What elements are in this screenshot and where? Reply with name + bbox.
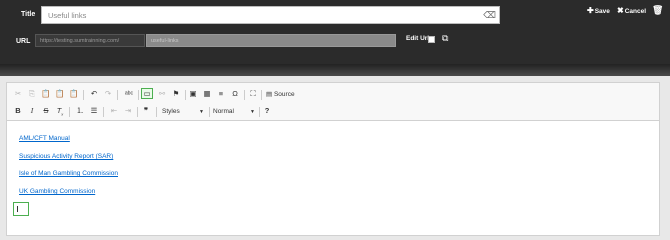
table-icon[interactable]: ▦ — [202, 89, 212, 99]
image-icon[interactable]: ▣ — [188, 89, 198, 99]
url-slug-input[interactable]: useful-links — [146, 34, 396, 47]
chevron-down-icon: ▼ — [250, 109, 255, 115]
bulleted-list-icon[interactable]: ☰ — [89, 106, 99, 116]
toolbar-separator — [117, 90, 118, 100]
cut-icon[interactable]: ✂ — [13, 89, 23, 99]
toolbar-separator — [185, 90, 186, 100]
paste-icon[interactable]: 📋 — [41, 89, 51, 99]
link-iom-gambling-commission[interactable]: Isle of Man Gambling Commission — [19, 170, 118, 177]
italic-icon[interactable]: I — [27, 106, 37, 116]
remove-format-icon[interactable]: Tx — [55, 106, 65, 120]
header-bar: Title Useful links ⌫ URL https://testing… — [0, 0, 670, 64]
toolbar-separator — [259, 107, 260, 117]
strikethrough-icon[interactable]: S — [41, 106, 51, 116]
source-button[interactable]: ▤ Source — [266, 90, 295, 98]
title-input[interactable]: Useful links ⌫ — [41, 6, 500, 24]
link-suspicious-activity-report[interactable]: Suspicious Activity Report (SAR) — [19, 153, 113, 160]
toolbar-separator — [137, 107, 138, 117]
indent-icon[interactable]: ⇥ — [123, 106, 133, 116]
save-button[interactable]: ✚Save — [587, 6, 610, 15]
cancel-button[interactable]: ✖Cancel — [617, 6, 646, 15]
toolbar-separator — [103, 107, 104, 117]
title-label: Title — [21, 11, 36, 18]
copy-icon[interactable]: ⎘ — [27, 89, 37, 99]
trash-icon[interactable]: 🗑 — [652, 5, 663, 16]
bold-icon[interactable]: B — [13, 106, 23, 116]
styles-dropdown[interactable]: Styles ▼ — [162, 107, 204, 117]
toolbar-separator — [209, 107, 210, 117]
toolbar-separator — [138, 90, 139, 100]
source-icon: ▤ — [266, 91, 273, 98]
paste-word-icon[interactable]: 📋 — [69, 89, 79, 99]
plus-icon: ✚ — [587, 6, 594, 15]
toolbar-separator — [69, 107, 70, 117]
link-icon[interactable]: ▭ — [141, 88, 153, 99]
blockquote-icon[interactable]: ❞ — [141, 106, 151, 116]
url-label: URL — [16, 38, 31, 45]
title-input-value: Useful links — [48, 11, 87, 20]
text-caret — [17, 206, 18, 212]
format-dropdown[interactable]: Normal ▼ — [213, 107, 255, 117]
edit-url-checkbox[interactable] — [428, 36, 435, 43]
chevron-down-icon: ▼ — [199, 109, 204, 115]
paste-text-icon[interactable]: 📋 — [55, 89, 65, 99]
link-uk-gambling-commission[interactable]: UK Gambling Commission — [19, 188, 95, 195]
toolbar-separator — [244, 90, 245, 100]
url-prefix: https://testing.sumtrainning.com/ — [35, 34, 145, 47]
anchor-icon[interactable]: ⚑ — [171, 89, 181, 99]
special-char-icon[interactable]: Ω — [230, 89, 240, 99]
unlink-icon[interactable]: ⚯ — [157, 89, 167, 99]
toolbar-separator — [156, 107, 157, 117]
help-icon[interactable]: ? — [262, 106, 272, 116]
editor-toolbar: ✂ ⎘ 📋 📋 📋 ↶ ↷ ᵃᵇᶜ ▭ ⚯ ⚑ ▣ ▦ ≡ Ω ⛶ ▤ Sour… — [7, 83, 659, 121]
link-aml-cft-manual[interactable]: AML/CFT Manual — [19, 135, 70, 142]
clear-icon[interactable]: ⌫ — [483, 7, 496, 24]
edit-url-label: Edit Url — [406, 35, 430, 42]
toolbar-separator — [261, 90, 262, 100]
maximize-icon[interactable]: ⛶ — [248, 89, 258, 99]
outdent-icon[interactable]: ⇤ — [109, 106, 119, 116]
toolbar-separator — [83, 90, 84, 100]
redo-icon[interactable]: ↷ — [103, 89, 113, 99]
header-divider — [0, 64, 670, 76]
numbered-list-icon[interactable]: ⒈ — [75, 106, 85, 116]
external-link-icon[interactable]: ⧉ — [442, 33, 448, 44]
spellcheck-icon[interactable]: ᵃᵇᶜ — [122, 89, 136, 99]
undo-icon[interactable]: ↶ — [89, 89, 99, 99]
cursor-paragraph[interactable] — [13, 202, 29, 216]
close-icon: ✖ — [617, 6, 624, 15]
rich-text-editor: ✂ ⎘ 📋 📋 📋 ↶ ↷ ᵃᵇᶜ ▭ ⚯ ⚑ ▣ ▦ ≡ Ω ⛶ ▤ Sour… — [6, 82, 660, 236]
horizontal-line-icon[interactable]: ≡ — [216, 89, 226, 99]
